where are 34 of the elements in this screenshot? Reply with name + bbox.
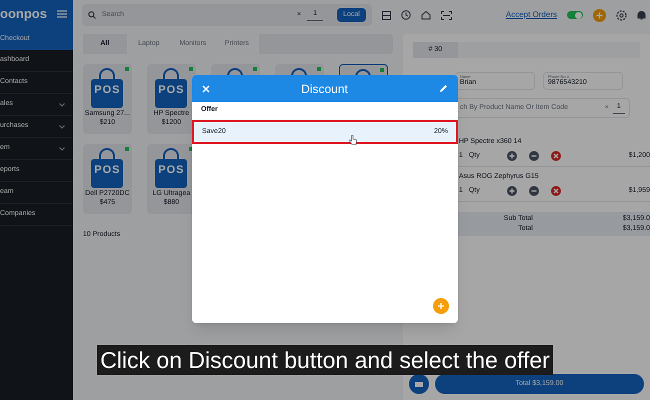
bag-icon bbox=[153, 148, 190, 188]
bag-logo: POS bbox=[158, 85, 184, 96]
bag-icon bbox=[89, 68, 126, 108]
remove-icon[interactable] bbox=[550, 186, 561, 196]
remove-icon[interactable] bbox=[550, 151, 561, 162]
dialog-title: Discount bbox=[301, 80, 348, 98]
search-icon bbox=[88, 11, 96, 19]
chevron-down-icon bbox=[58, 102, 65, 106]
bag-logo: POS bbox=[94, 85, 120, 96]
menu-icon[interactable] bbox=[56, 10, 67, 18]
print-icon[interactable] bbox=[408, 374, 429, 394]
layout-icon[interactable] bbox=[382, 10, 391, 20]
pointer-hand-icon bbox=[349, 135, 357, 145]
settings-icon[interactable] bbox=[616, 10, 627, 20]
chevron-down-icon bbox=[58, 146, 65, 150]
pencil-icon[interactable] bbox=[439, 84, 448, 93]
accept-orders-link[interactable]: Accept Orders bbox=[506, 9, 557, 21]
scan-icon[interactable] bbox=[440, 10, 452, 20]
accept-orders-toggle[interactable] bbox=[567, 11, 583, 19]
logo: oonpos bbox=[0, 5, 47, 24]
bell-icon[interactable] bbox=[637, 10, 646, 20]
bag-icon bbox=[89, 148, 126, 188]
bag-logo: POS bbox=[158, 165, 184, 176]
close-icon[interactable] bbox=[202, 84, 210, 92]
plus-icon[interactable] bbox=[506, 186, 517, 196]
house-icon[interactable] bbox=[420, 10, 431, 20]
bag-logo: POS bbox=[94, 165, 120, 176]
clock-icon[interactable] bbox=[400, 10, 411, 20]
caption: Click on Discount button and select the offer bbox=[97, 345, 553, 375]
chevron-down-icon bbox=[58, 124, 65, 128]
bag-icon bbox=[153, 68, 190, 108]
minus-icon[interactable] bbox=[528, 151, 539, 162]
minus-icon[interactable] bbox=[528, 186, 539, 196]
plus-icon[interactable] bbox=[506, 151, 517, 162]
